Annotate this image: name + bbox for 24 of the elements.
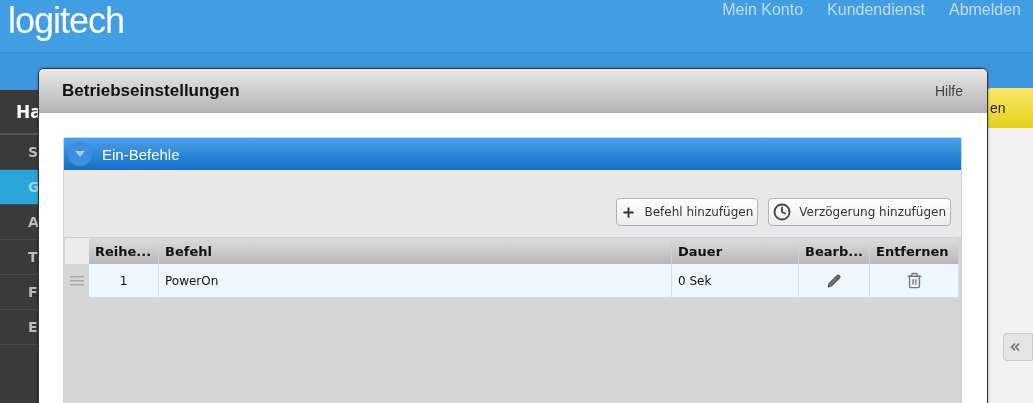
section-title: Ein-Befehle xyxy=(102,145,180,163)
clock-icon xyxy=(773,203,792,221)
expand-toggle[interactable] xyxy=(68,142,92,166)
column-header[interactable]: Dauer xyxy=(672,237,799,264)
add-delay-button[interactable]: Verzögerung hinzufügen xyxy=(768,198,951,226)
edit-icon[interactable] xyxy=(827,273,841,288)
help-link[interactable]: Hilfe xyxy=(935,83,963,99)
drag-handle-icon[interactable] xyxy=(70,276,84,286)
column-header[interactable]: Befehl xyxy=(159,237,672,264)
table-cell: 1 xyxy=(89,264,159,298)
column-header[interactable]: Bearb... xyxy=(799,237,870,264)
section-header[interactable]: Ein-Befehle xyxy=(64,138,961,170)
collapse-button[interactable] xyxy=(1003,333,1033,361)
caret-down-icon xyxy=(75,151,85,157)
trash-icon[interactable] xyxy=(905,272,923,289)
table-cell: PowerOn xyxy=(159,264,672,298)
add-command-button[interactable]: Befehl hinzufügen xyxy=(616,198,759,226)
tab[interactable]: en xyxy=(985,88,1033,128)
plus-icon xyxy=(621,204,637,220)
dialog-title: Betriebseinstellungen xyxy=(62,81,240,101)
column-header[interactable]: Entfernen xyxy=(870,237,959,264)
table-cell: 0 Sek xyxy=(672,264,799,298)
double-chevron-left-icon xyxy=(1008,340,1022,354)
column-header[interactable]: Reihe... xyxy=(89,237,159,264)
